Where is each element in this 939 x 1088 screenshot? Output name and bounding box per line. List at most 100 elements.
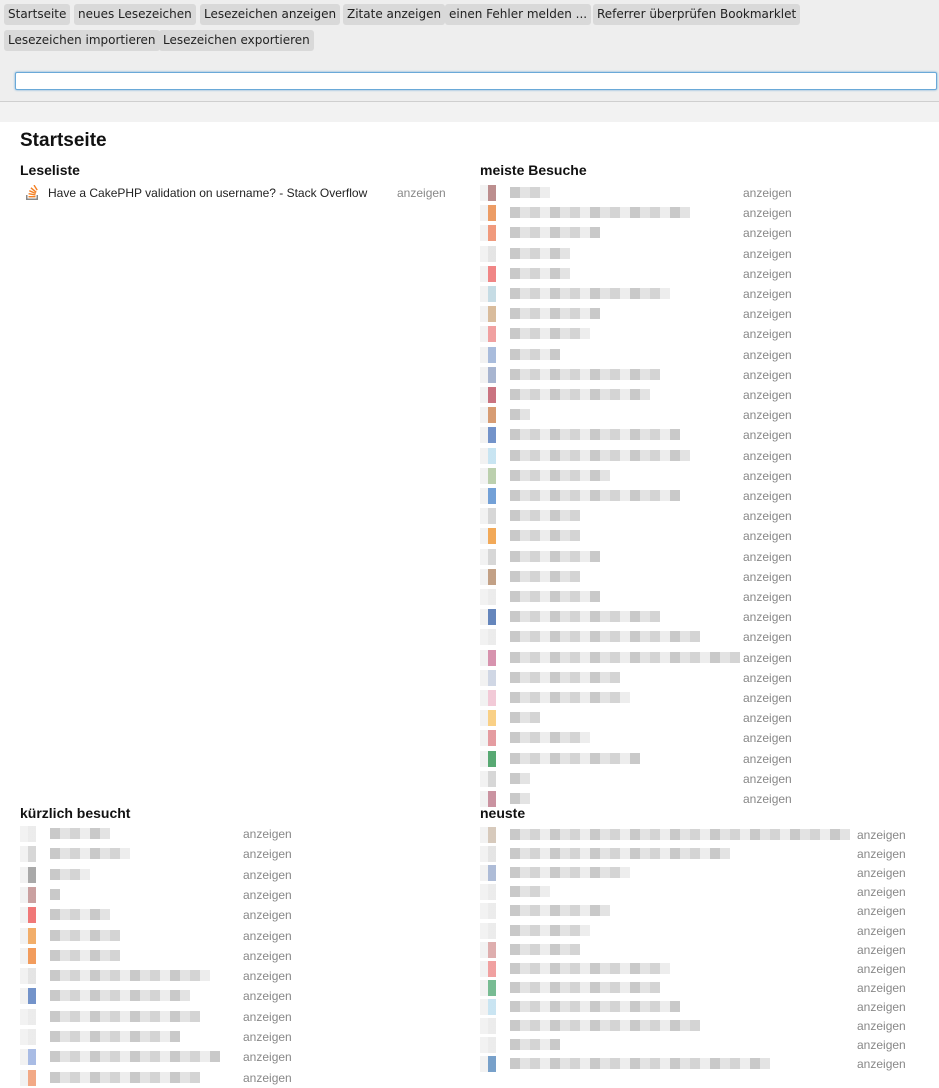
list-item[interactable]: anzeigen [480, 446, 800, 466]
list-item[interactable]: anzeigen [480, 345, 800, 365]
list-item[interactable]: anzeigen [20, 1007, 300, 1027]
list-item[interactable]: anzeigen [480, 466, 800, 486]
list-item[interactable]: anzeigen [480, 1016, 920, 1036]
list-item[interactable]: anzeigen [480, 284, 800, 304]
menu-new-bookmark-button[interactable]: neues Lesezeichen [74, 4, 196, 25]
list-item[interactable]: anzeigen [480, 978, 920, 998]
show-link[interactable]: anzeigen [857, 962, 906, 976]
show-link[interactable]: anzeigen [857, 1057, 906, 1071]
reading-list-item[interactable]: Have a CakePHP validation on username? -… [24, 183, 464, 203]
list-item[interactable]: anzeigen [480, 1054, 920, 1074]
menu-show-quotes-button[interactable]: Zitate anzeigen [343, 4, 446, 25]
list-item[interactable]: anzeigen [480, 789, 800, 809]
reading-list-item-title[interactable]: Have a CakePHP validation on username? -… [48, 186, 367, 200]
show-link[interactable]: anzeigen [743, 752, 792, 766]
list-item[interactable]: anzeigen [480, 365, 800, 385]
show-link[interactable]: anzeigen [243, 847, 292, 861]
menu-import-bookmarks-button[interactable]: Lesezeichen importieren [4, 30, 160, 51]
show-link[interactable]: anzeigen [243, 827, 292, 841]
show-link[interactable]: anzeigen [743, 307, 792, 321]
list-item[interactable]: anzeigen [20, 824, 300, 844]
menu-export-bookmarks-button[interactable]: Lesezeichen exportieren [159, 30, 314, 51]
show-link[interactable]: anzeigen [743, 550, 792, 564]
show-link[interactable]: anzeigen [857, 828, 906, 842]
show-link[interactable]: anzeigen [743, 226, 792, 240]
list-item[interactable]: anzeigen [480, 668, 800, 688]
list-item[interactable]: anzeigen [20, 905, 300, 925]
show-link[interactable]: anzeigen [243, 888, 292, 902]
show-link[interactable]: anzeigen [743, 206, 792, 220]
show-link[interactable]: anzeigen [743, 247, 792, 261]
menu-bookmarklet-button[interactable]: Bookmarklet [716, 4, 801, 25]
list-item[interactable]: anzeigen [480, 304, 800, 324]
list-item[interactable]: anzeigen [480, 863, 920, 883]
show-link[interactable]: anzeigen [857, 847, 906, 861]
list-item[interactable]: anzeigen [20, 966, 300, 986]
list-item[interactable]: anzeigen [480, 324, 800, 344]
show-link[interactable]: anzeigen [743, 529, 792, 543]
menu-show-bookmarks-button[interactable]: Lesezeichen anzeigen [200, 4, 341, 25]
show-link[interactable]: anzeigen [857, 1000, 906, 1014]
show-link[interactable]: anzeigen [743, 489, 792, 503]
list-item[interactable]: anzeigen [480, 728, 800, 748]
show-link[interactable]: anzeigen [743, 186, 792, 200]
show-link[interactable]: anzeigen [243, 1010, 292, 1024]
list-item[interactable]: anzeigen [480, 425, 800, 445]
show-link[interactable]: anzeigen [857, 866, 906, 880]
show-link[interactable]: anzeigen [743, 267, 792, 281]
list-item[interactable]: anzeigen [20, 885, 300, 905]
show-link[interactable]: anzeigen [857, 885, 906, 899]
list-item[interactable]: anzeigen [480, 587, 800, 607]
list-item[interactable]: anzeigen [20, 865, 300, 885]
show-link[interactable]: anzeigen [743, 671, 792, 685]
show-link[interactable]: anzeigen [857, 1019, 906, 1033]
show-link[interactable]: anzeigen [743, 610, 792, 624]
list-item[interactable]: anzeigen [480, 405, 800, 425]
show-link[interactable]: anzeigen [743, 408, 792, 422]
show-link[interactable]: anzeigen [243, 1030, 292, 1044]
menu-report-error-button[interactable]: einen Fehler melden ... [445, 4, 592, 25]
show-link[interactable]: anzeigen [743, 287, 792, 301]
list-item[interactable]: anzeigen [480, 882, 920, 902]
list-item[interactable]: anzeigen [480, 627, 800, 647]
list-item[interactable]: anzeigen [20, 926, 300, 946]
list-item[interactable]: anzeigen [480, 607, 800, 627]
show-link[interactable]: anzeigen [857, 904, 906, 918]
show-link[interactable]: anzeigen [243, 1071, 292, 1085]
show-link[interactable]: anzeigen [743, 570, 792, 584]
list-item[interactable]: anzeigen [480, 547, 800, 567]
show-link[interactable]: anzeigen [243, 908, 292, 922]
show-link[interactable]: anzeigen [743, 348, 792, 362]
show-link[interactable]: anzeigen [743, 388, 792, 402]
list-item[interactable]: anzeigen [480, 901, 920, 921]
menu-check-referrer-button[interactable]: Referrer überprüfen [593, 4, 721, 25]
show-link[interactable]: anzeigen [243, 929, 292, 943]
show-link[interactable]: anzeigen [857, 943, 906, 957]
show-link[interactable]: anzeigen [743, 368, 792, 382]
show-link[interactable]: anzeigen [743, 651, 792, 665]
show-link[interactable]: anzeigen [743, 469, 792, 483]
list-item[interactable]: anzeigen [480, 486, 800, 506]
list-item[interactable]: anzeigen [480, 506, 800, 526]
show-link[interactable]: anzeigen [743, 691, 792, 705]
list-item[interactable]: anzeigen [480, 825, 920, 845]
list-item[interactable]: anzeigen [20, 986, 300, 1006]
list-item[interactable]: anzeigen [480, 688, 800, 708]
menu-home-button[interactable]: Startseite [4, 4, 71, 25]
list-item[interactable]: anzeigen [20, 844, 300, 864]
list-item[interactable]: anzeigen [480, 997, 920, 1017]
list-item[interactable]: anzeigen [20, 946, 300, 966]
show-link[interactable]: anzeigen [243, 949, 292, 963]
show-link[interactable]: anzeigen [743, 792, 792, 806]
show-link[interactable]: anzeigen [743, 428, 792, 442]
list-item[interactable]: anzeigen [480, 1035, 920, 1055]
show-link[interactable]: anzeigen [857, 924, 906, 938]
list-item[interactable]: anzeigen [480, 749, 800, 769]
list-item[interactable]: anzeigen [480, 959, 920, 979]
show-link[interactable]: anzeigen [857, 1038, 906, 1052]
list-item[interactable]: anzeigen [480, 921, 920, 941]
list-item[interactable]: anzeigen [480, 567, 800, 587]
list-item[interactable]: anzeigen [480, 648, 800, 668]
reading-list-item-show-link[interactable]: anzeigen [397, 186, 446, 200]
show-link[interactable]: anzeigen [243, 1050, 292, 1064]
